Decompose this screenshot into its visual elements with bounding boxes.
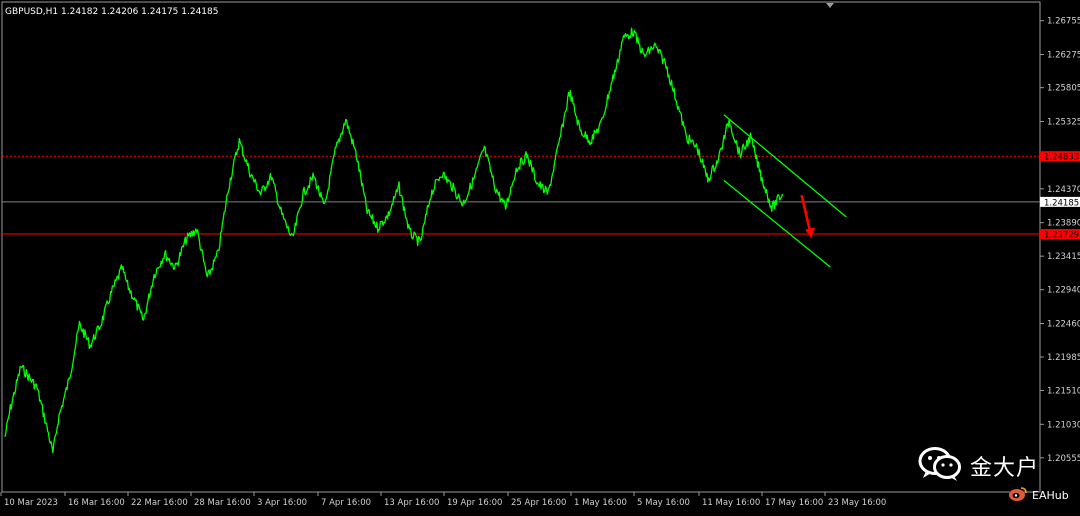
y-tick-label: 1.26755 [1047,17,1080,27]
y-tick-label: 1.25325 [1047,118,1080,128]
y-tick-label: 1.22460 [1047,319,1080,329]
x-tick-label: 23 May 16:00 [828,498,886,508]
current-price-label: 1.24185 [1044,198,1079,208]
watermark-sub: EAHub [1008,486,1069,504]
x-tick-label: 10 Mar 2023 [4,498,58,508]
x-tick-label: 13 Apr 16:00 [384,498,439,508]
x-tick-label: 5 May 16:00 [637,498,690,508]
price-series-line [4,27,784,454]
x-tick-label: 22 Mar 16:00 [131,498,188,508]
x-tick-label: 17 May 16:00 [765,498,823,508]
x-tick-label: 1 May 16:00 [574,498,627,508]
plot-frame [1,1,1041,493]
y-tick-label: 1.25805 [1047,84,1080,94]
chart-svg: 1.26755 1.26275 1.25805 1.25325 1.24370 1.238… [0,1,1080,508]
channel-lower-line [723,179,831,268]
y-tick-label: 1.23890 [1047,219,1080,229]
support-price-label: 1.23729 [1044,231,1079,241]
watermark: 金大户 [918,446,1039,486]
y-tick-label: 1.21985 [1047,353,1080,363]
y-tick-label: 1.24370 [1047,185,1080,195]
weibo-icon [1008,486,1028,505]
watermark-sub-text: EAHub [1032,488,1069,502]
y-tick-label: 1.23415 [1047,252,1080,262]
watermark-text: 金大户 [970,456,1040,481]
y-tick-label: 1.20555 [1047,454,1080,464]
x-tick-label: 25 Apr 16:00 [511,498,566,508]
trend-arrow-head [805,227,816,239]
x-tick-label: 16 Mar 16:00 [68,498,125,508]
chart-title: GBPUSD,H1 1.24182 1.24206 1.24175 1.2418… [5,7,218,17]
x-tick-label: 7 Apr 16:00 [321,498,371,508]
x-tick-label: 3 Apr 16:00 [257,498,307,508]
price-chart[interactable]: 1.26755 1.26275 1.25805 1.25325 1.24370 1.238… [0,0,1080,512]
trend-arrow-shaft [800,194,812,232]
wechat-icon [918,445,962,487]
y-tick-label: 1.22940 [1047,286,1080,296]
x-tick-label: 28 Mar 16:00 [194,498,251,508]
shift-marker [826,3,834,8]
y-tick-label: 1.21510 [1047,386,1080,396]
x-tick-label: 11 May 16:00 [702,498,760,508]
resistance-price-label: 1.24833 [1044,153,1079,163]
y-tick-label: 1.21030 [1047,420,1080,430]
x-tick-label: 19 Apr 16:00 [447,498,502,508]
y-tick-label: 1.26275 [1047,51,1080,61]
